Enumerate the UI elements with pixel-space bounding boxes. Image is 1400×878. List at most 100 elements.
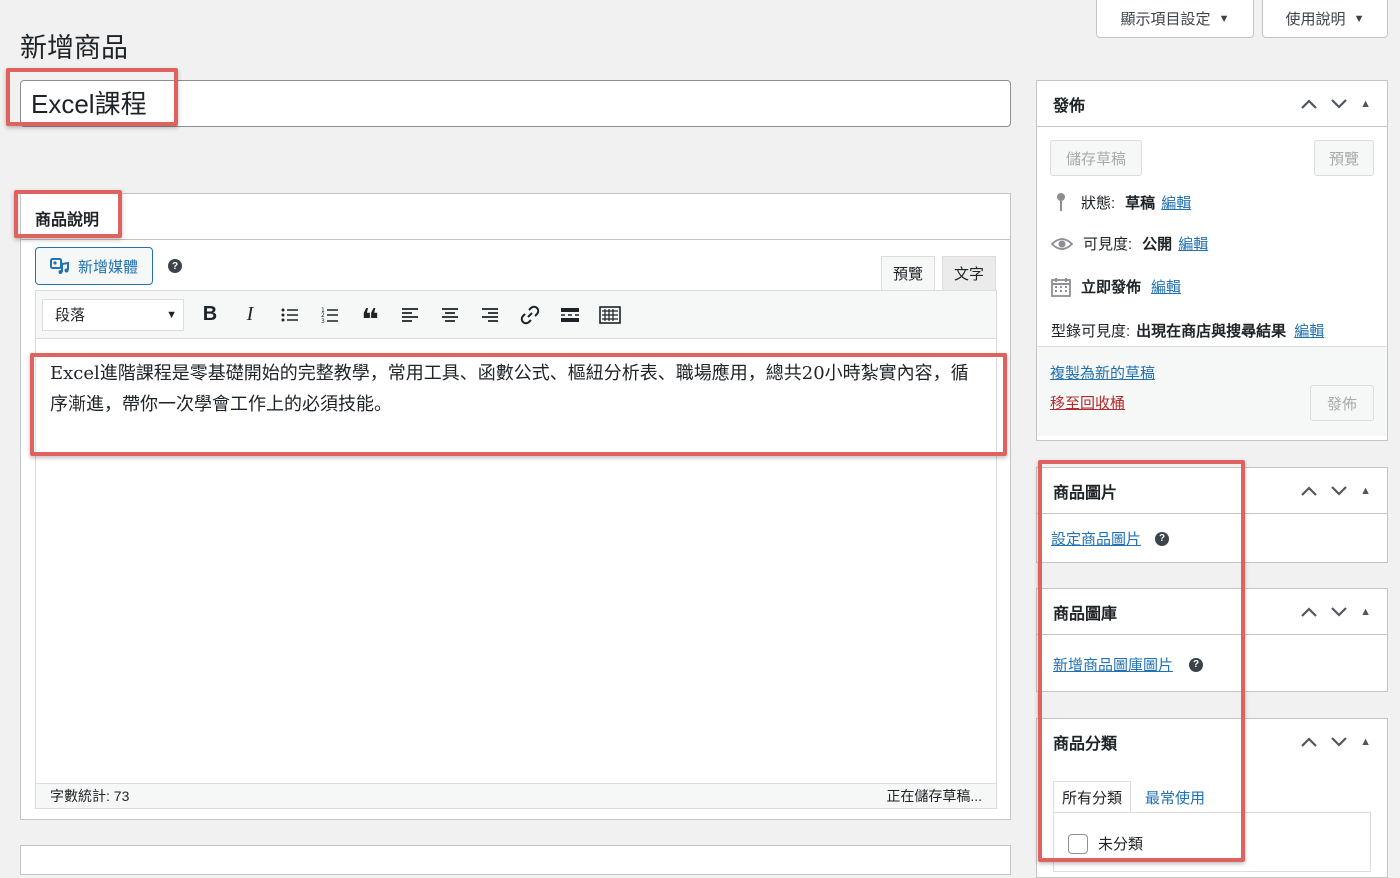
move-down-icon[interactable] <box>1330 606 1348 618</box>
category-tabs: 所有分類 最常使用 <box>1053 781 1213 813</box>
postbox-controls: ▲ <box>1300 606 1371 618</box>
product-categories-postbox: 商品分類 ▲ 所有分類 最常使用 未分類 <box>1036 718 1388 878</box>
tab-visual[interactable]: 預覽 <box>881 256 935 290</box>
set-image-row: 設定商品圖片 ? <box>1051 528 1170 549</box>
align-left-icon[interactable] <box>390 298 430 332</box>
move-to-trash-link[interactable]: 移至回收桶 <box>1050 392 1125 413</box>
description-postbox: 商品說明 新增媒體 ? 預覽 文字 段落 ▼ B I 123 ❝ Excel進階… <box>20 193 1011 820</box>
add-gallery-images-link[interactable]: 新增商品圖庫圖片 <box>1053 654 1173 675</box>
postbox-controls: ▲ <box>1300 98 1371 110</box>
move-down-icon[interactable] <box>1330 736 1348 748</box>
description-header: 商品說明 <box>21 194 1010 240</box>
product-title-input[interactable]: Excel課程 <box>20 80 1011 127</box>
link-icon[interactable] <box>510 298 550 332</box>
category-list: 未分類 <box>1053 812 1371 872</box>
catalog-visibility-value: 出現在商店與搜尋結果 <box>1136 323 1287 340</box>
move-down-icon[interactable] <box>1330 98 1348 110</box>
catalog-visibility-label: 型錄可見度: <box>1051 323 1131 340</box>
edit-publish-date-link[interactable]: 編輯 <box>1151 276 1181 297</box>
next-postbox <box>20 845 1011 875</box>
add-gallery-row: 新增商品圖庫圖片 ? <box>1053 654 1204 675</box>
product-gallery-title: 商品圖庫 <box>1053 605 1118 623</box>
help-icon[interactable]: ? <box>1189 657 1204 672</box>
collapse-icon[interactable]: ▲ <box>1360 485 1371 497</box>
status-label: 狀態: <box>1081 194 1116 212</box>
pin-icon <box>1057 193 1065 211</box>
help-icon[interactable]: ? <box>168 259 182 273</box>
media-icon <box>49 258 69 274</box>
product-categories-title: 商品分類 <box>1053 736 1118 753</box>
visibility-label: 可見度: <box>1083 236 1133 253</box>
autosave-status: 正在儲存草稿... <box>886 788 982 804</box>
move-up-icon[interactable] <box>1300 98 1318 110</box>
screen-options-button[interactable]: 顯示項目設定 ▼ <box>1096 0 1254 38</box>
collapse-icon[interactable]: ▲ <box>1360 98 1371 110</box>
toolbar-toggle-icon[interactable] <box>590 298 630 332</box>
catalog-visibility-row: 型錄可見度: 出現在商店與搜尋結果 編輯 <box>1051 320 1324 341</box>
publish-button[interactable]: 發佈 <box>1310 385 1374 421</box>
collapse-icon[interactable]: ▲ <box>1360 606 1371 618</box>
edit-status-link[interactable]: 編輯 <box>1161 192 1191 213</box>
read-more-icon[interactable] <box>550 298 590 332</box>
publish-date-row: 立即發佈 編輯 <box>1051 276 1181 297</box>
align-right-icon[interactable] <box>470 298 510 332</box>
publish-actions: 複製為新的草稿 移至回收桶 發佈 <box>1037 346 1387 436</box>
publish-header: 發佈 ▲ <box>1037 81 1387 127</box>
product-gallery-header: 商品圖庫 ▲ <box>1037 589 1387 635</box>
product-image-header: 商品圖片 ▲ <box>1037 468 1387 514</box>
help-icon[interactable]: ? <box>1155 531 1170 546</box>
bold-icon[interactable]: B <box>190 298 230 332</box>
tab-most-used[interactable]: 最常使用 <box>1137 781 1213 813</box>
help-label: 使用說明 <box>1285 11 1346 28</box>
move-down-icon[interactable] <box>1330 485 1348 497</box>
editor-toolbar: 段落 ▼ B I 123 ❝ <box>35 290 997 339</box>
caret-down-icon: ▼ <box>166 308 177 321</box>
preview-button[interactable]: 預覽 <box>1314 140 1374 176</box>
tab-all-categories[interactable]: 所有分類 <box>1053 781 1132 813</box>
edit-visibility-link[interactable]: 編輯 <box>1178 233 1208 254</box>
postbox-controls: ▲ <box>1300 736 1371 748</box>
postbox-controls: ▲ <box>1300 485 1371 497</box>
category-label: 未分類 <box>1098 836 1144 853</box>
save-draft-button[interactable]: 儲存草稿 <box>1050 140 1142 176</box>
eye-icon <box>1051 237 1073 250</box>
product-categories-header: 商品分類 ▲ <box>1037 719 1387 765</box>
product-gallery-postbox: 商品圖庫 ▲ 新增商品圖庫圖片 ? <box>1036 588 1388 692</box>
product-image-postbox: 商品圖片 ▲ 設定商品圖片 ? <box>1036 467 1388 563</box>
editor-statusbar: 字數統計: 73 正在儲存草稿... <box>35 783 997 809</box>
status-value: 草稿 <box>1125 194 1156 212</box>
publish-date-label: 立即發佈 <box>1081 279 1142 296</box>
italic-icon[interactable]: I <box>230 298 270 332</box>
tab-text[interactable]: 文字 <box>942 256 996 290</box>
edit-catalog-visibility-link[interactable]: 編輯 <box>1294 320 1324 341</box>
move-up-icon[interactable] <box>1300 485 1318 497</box>
format-select[interactable]: 段落 ▼ <box>42 298 184 331</box>
product-image-title: 商品圖片 <box>1053 484 1118 502</box>
editor-content[interactable]: Excel進階課程是零基礎開始的完整教學，常用工具、函數公式、樞紐分析表、職場應… <box>35 339 997 783</box>
collapse-icon[interactable]: ▲ <box>1360 736 1371 748</box>
numbered-list-icon[interactable]: 123 <box>310 298 350 332</box>
publish-title: 發佈 <box>1053 97 1086 115</box>
page-title: 新增商品 <box>20 33 128 63</box>
category-checkbox[interactable] <box>1068 833 1088 854</box>
word-count: 字數統計: 73 <box>50 788 130 804</box>
category-item[interactable]: 未分類 <box>1068 833 1143 854</box>
move-up-icon[interactable] <box>1300 736 1318 748</box>
help-button[interactable]: 使用說明 ▼ <box>1262 0 1388 38</box>
bullet-list-icon[interactable] <box>270 298 310 332</box>
visibility-row: 可見度: 公開 編輯 <box>1051 233 1208 254</box>
set-product-image-link[interactable]: 設定商品圖片 <box>1051 528 1141 549</box>
add-media-button[interactable]: 新增媒體 <box>35 247 153 285</box>
align-center-icon[interactable] <box>430 298 470 332</box>
publish-postbox: 發佈 ▲ 儲存草稿 預覽 狀態: 草稿 編輯 可見度: 公開 編輯 立即發佈 編… <box>1036 80 1388 441</box>
caret-down-icon: ▼ <box>1353 12 1365 25</box>
svg-text:3: 3 <box>321 318 325 324</box>
caret-down-icon: ▼ <box>1218 12 1230 25</box>
move-up-icon[interactable] <box>1300 606 1318 618</box>
blockquote-icon[interactable]: ❝ <box>350 298 390 337</box>
calendar-icon <box>1051 277 1071 297</box>
copy-to-draft-link[interactable]: 複製為新的草稿 <box>1050 362 1155 383</box>
visibility-value: 公開 <box>1142 236 1173 253</box>
add-media-label: 新增媒體 <box>77 258 138 276</box>
screen-options-label: 顯示項目設定 <box>1120 11 1211 28</box>
